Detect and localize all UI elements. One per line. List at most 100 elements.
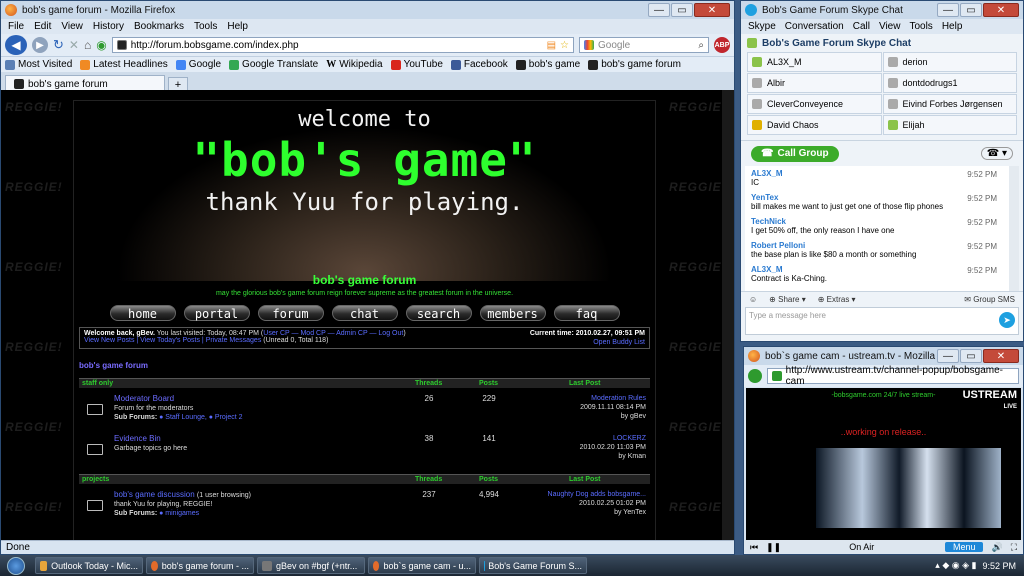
bookmark-star-icon[interactable]: ☆ bbox=[560, 40, 569, 51]
nav-chat[interactable]: chat bbox=[331, 305, 398, 321]
google-icon bbox=[584, 40, 594, 50]
menu-tools[interactable]: Tools bbox=[194, 21, 217, 32]
window-title: bob's game forum - Mozilla Firefox bbox=[22, 4, 176, 16]
extras-button[interactable]: ⊕ Extras ▾ bbox=[818, 295, 856, 304]
volume-icon[interactable]: 🔊 bbox=[991, 542, 1002, 553]
bookmark-latest-headlines[interactable]: Latest Headlines bbox=[80, 59, 168, 70]
nav-search[interactable]: search bbox=[405, 305, 472, 321]
last-post-link[interactable]: Naughty Dog adds bobsgame... bbox=[548, 490, 646, 499]
status-icon bbox=[752, 99, 762, 109]
minimize-button[interactable]: — bbox=[648, 3, 670, 17]
chat-message: AL3X_M Contract is Ka-Ching. 9:52 PM bbox=[751, 265, 997, 283]
nav-faq[interactable]: faq bbox=[553, 305, 620, 321]
pause-icon[interactable]: ❚❚ bbox=[766, 542, 781, 553]
cam-url-bar[interactable]: http://www.ustream.tv/channel-popup/bobs… bbox=[767, 365, 1019, 387]
menu-button[interactable]: Menu bbox=[944, 542, 984, 552]
reload-icon[interactable]: ↻ bbox=[53, 37, 64, 53]
scrollbar[interactable] bbox=[722, 90, 734, 540]
forum-link[interactable]: Evidence Bin bbox=[114, 434, 161, 443]
close-button[interactable]: ✕ bbox=[694, 3, 730, 17]
menu-history[interactable]: History bbox=[93, 21, 124, 32]
bookmark-facebook[interactable]: Facebook bbox=[450, 59, 508, 70]
menu-view[interactable]: View bbox=[61, 21, 83, 32]
contact-item[interactable]: Albir bbox=[747, 73, 882, 93]
forum-title: bob's game forum bbox=[312, 273, 417, 287]
task-cam[interactable]: bob`s game cam - u... bbox=[368, 557, 476, 574]
close-button[interactable]: ✕ bbox=[983, 349, 1019, 363]
back-button[interactable]: ◀ bbox=[5, 35, 27, 55]
prev-icon[interactable]: ⏮ bbox=[750, 542, 758, 553]
contact-item[interactable]: Eivind Forbes Jørgensen bbox=[882, 94, 1017, 114]
firefox-icon bbox=[5, 4, 17, 16]
nav-forum[interactable]: forum bbox=[257, 305, 324, 321]
subforum-links[interactable]: ● Staff Lounge, ● Project 2 bbox=[159, 414, 242, 421]
menu-edit[interactable]: Edit bbox=[34, 21, 51, 32]
buddy-list-link[interactable]: Open Buddy List bbox=[593, 339, 645, 346]
contact-item[interactable]: Elijah bbox=[882, 115, 1017, 135]
watermark: REGGIE! bbox=[5, 260, 63, 274]
last-post-link[interactable]: Moderation Rules bbox=[580, 394, 646, 403]
search-icon[interactable]: ⌕ bbox=[698, 40, 704, 51]
section-title[interactable]: bob's game forum bbox=[79, 361, 655, 370]
url-bar[interactable]: http://forum.bobsgame.com/index.php ▤ ☆ bbox=[111, 37, 574, 53]
message-input[interactable]: Type a message here ➤ bbox=[745, 307, 1019, 335]
forward-button[interactable]: ▶ bbox=[32, 37, 48, 53]
forum-row: Moderator Board Forum for the moderators… bbox=[79, 388, 650, 428]
fullscreen-icon[interactable]: ⛶ bbox=[1011, 542, 1017, 553]
emoticon-icon[interactable]: ☺ bbox=[749, 295, 757, 304]
bookmark-bobs-game[interactable]: bob's game bbox=[515, 59, 580, 70]
bookmark-google[interactable]: Google bbox=[175, 59, 221, 70]
bookmark-wikipedia[interactable]: W Wikipedia bbox=[326, 59, 382, 70]
minimize-button[interactable]: — bbox=[937, 349, 959, 363]
group-sms-button[interactable]: ✉ Group SMS bbox=[964, 295, 1015, 304]
menu-file[interactable]: File bbox=[8, 21, 24, 32]
minimize-button[interactable]: — bbox=[937, 3, 959, 17]
close-button[interactable]: ✕ bbox=[983, 3, 1019, 17]
bookmark-youtube[interactable]: YouTube bbox=[390, 59, 443, 70]
send-icon[interactable]: ➤ bbox=[999, 312, 1015, 328]
stop-icon[interactable]: ✕ bbox=[69, 38, 79, 52]
contact-item[interactable]: derion bbox=[882, 52, 1017, 72]
nav-portal[interactable]: portal bbox=[183, 305, 250, 321]
contact-item[interactable]: AL3X_M bbox=[747, 52, 882, 72]
url-text[interactable]: http://forum.bobsgame.com/index.php bbox=[131, 40, 299, 51]
subforum-links[interactable]: ● minigames bbox=[159, 510, 199, 517]
task-firefox-forum[interactable]: bob's game forum - ... bbox=[146, 557, 254, 574]
watermark: REGGIE! bbox=[669, 420, 727, 434]
call-group-button[interactable]: ☎ Call Group bbox=[751, 145, 839, 162]
share-button[interactable]: ⊕ Share ▾ bbox=[769, 295, 806, 304]
forum-link[interactable]: bob's game discussion bbox=[114, 490, 195, 499]
contact-item[interactable]: CleverConveyence bbox=[747, 94, 882, 114]
maximize-button[interactable]: ▭ bbox=[960, 3, 982, 17]
menu-bookmarks[interactable]: Bookmarks bbox=[134, 21, 184, 32]
chat-header: Bob's Game Forum Skype Chat bbox=[741, 34, 1023, 52]
phone-icon[interactable]: ☎ ▾ bbox=[980, 147, 1013, 160]
chat-scrollbar[interactable] bbox=[1009, 166, 1019, 291]
search-input[interactable]: Google ⌕ bbox=[579, 37, 709, 53]
video-player[interactable]: -bobsgame.com 24/7 live stream- USTREAM L… bbox=[746, 388, 1021, 540]
menu-help[interactable]: Help bbox=[227, 21, 248, 32]
task-outlook[interactable]: Outlook Today - Mic... bbox=[35, 557, 143, 574]
nav-members[interactable]: members bbox=[479, 305, 546, 321]
clock[interactable]: 9:52 PM bbox=[982, 561, 1016, 571]
contact-item[interactable]: dontdodrugs1 bbox=[882, 73, 1017, 93]
contact-item[interactable]: David Chaos bbox=[747, 115, 882, 135]
bookmark-bobs-game-forum[interactable]: bob's game forum bbox=[588, 59, 681, 70]
task-irc[interactable]: gBev on #bgf (+ntr... bbox=[257, 557, 365, 574]
start-button[interactable] bbox=[0, 555, 32, 576]
view-links[interactable]: View New Posts | View Today's Posts | Pr… bbox=[84, 337, 261, 344]
task-skype[interactable]: Bob's Game Forum S... bbox=[479, 557, 587, 574]
bookmark-most-visited[interactable]: Most Visited bbox=[5, 59, 72, 70]
tray-icons[interactable]: ▴ ◆ ◉ ◈ ▮ bbox=[935, 560, 976, 571]
forum-link[interactable]: Moderator Board bbox=[114, 394, 174, 403]
rss-icon[interactable]: ▤ bbox=[547, 40, 556, 51]
user-links[interactable]: User CP — Mod CP — Admin CP — Log Out bbox=[263, 330, 403, 337]
last-post-link[interactable]: LOCKERZ bbox=[580, 434, 646, 443]
home-icon[interactable]: ⌂ bbox=[84, 38, 91, 52]
maximize-button[interactable]: ▭ bbox=[671, 3, 693, 17]
addon-icon[interactable]: ◉ bbox=[96, 38, 106, 52]
bookmark-google-translate[interactable]: Google Translate bbox=[229, 59, 318, 70]
maximize-button[interactable]: ▭ bbox=[960, 349, 982, 363]
nav-home[interactable]: home bbox=[109, 305, 176, 321]
adblock-icon[interactable]: ABP bbox=[714, 37, 730, 53]
